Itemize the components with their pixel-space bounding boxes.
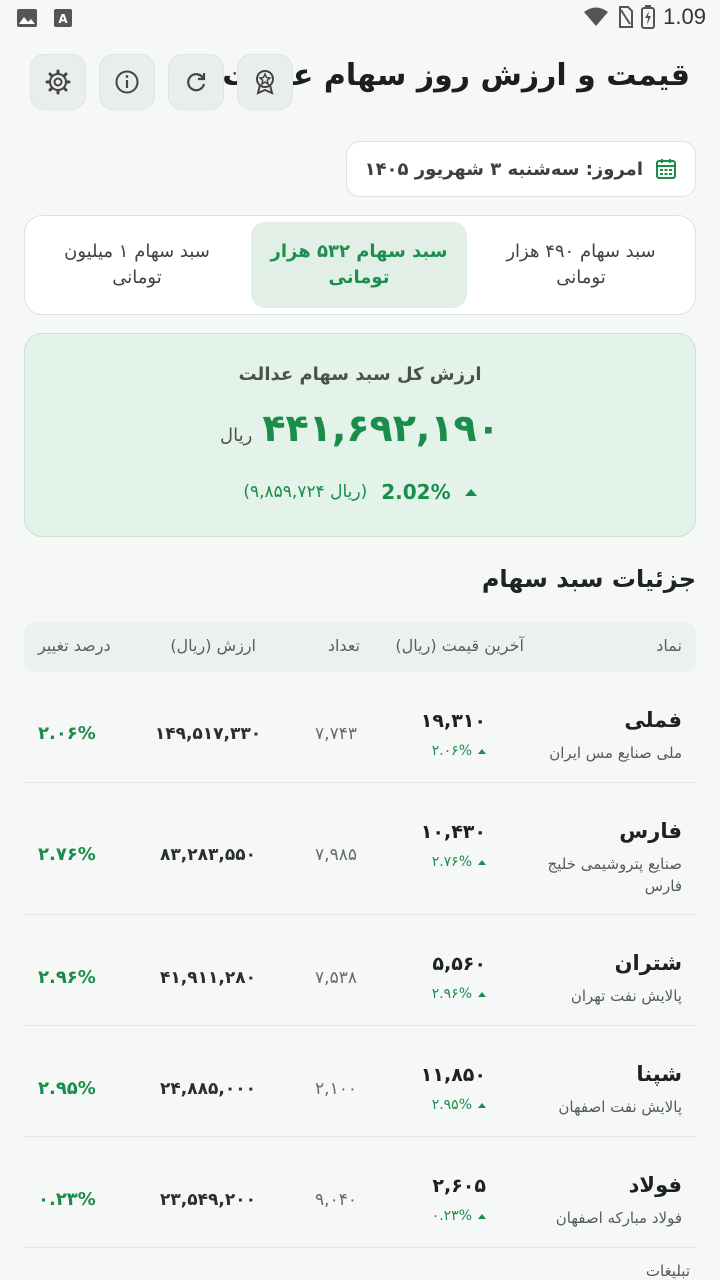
total-change-abs: (۹,۸۵۹,۷۲۴ ریال) [243, 482, 368, 502]
row-change-percent: ۲.۹۵% [38, 1078, 96, 1099]
up-arrow-icon [478, 1102, 486, 1108]
row-change-percent: ۰.۲۳% [38, 1189, 96, 1210]
row-count: ۷,۷۴۳ [315, 724, 357, 744]
row-price-change: ۲.۹۵% [431, 1097, 472, 1113]
table-row[interactable]: فملی ملی صنایع مس ایران ۱۹,۳۱۰ ۲.۰۶% ۷,۷… [24, 672, 696, 783]
up-arrow-icon [478, 1213, 486, 1219]
total-unit: ریال [220, 425, 253, 446]
basket-tabs: سبد سهام ۴۹۰ هزار تومانی سبد سهام ۵۳۲ هز… [24, 215, 696, 315]
date-text: امروز: سه‌شنبه ۳ شهریور ۱۴۰۵ [364, 158, 643, 180]
settings-icon [45, 69, 71, 95]
row-price: ۱۱,۸۵۰ [420, 1064, 486, 1086]
calendar-icon [656, 159, 676, 179]
row-price-change: ۲.۰۶% [431, 743, 472, 759]
image-icon [17, 9, 37, 27]
svg-text:A: A [58, 12, 68, 26]
up-arrow-icon [478, 859, 486, 865]
row-company: پالایش نفت اصفهان [558, 1098, 682, 1116]
total-change: (۹,۸۵۹,۷۲۴ ریال) 2.02% [25, 480, 695, 504]
up-arrow-icon [464, 488, 477, 496]
row-price-change: ۲.۷۶% [431, 854, 472, 870]
row-value: ۱۴۹,۵۱۷,۳۳۰ [154, 724, 262, 744]
app-header: قیمت و ارزش روز سهام عدالت [0, 52, 720, 112]
row-symbol: فملی [624, 708, 682, 732]
row-company: صنایع پتروشیمی خلیج فارس [547, 855, 682, 895]
refresh-button[interactable] [168, 54, 224, 110]
section-title: جزئیات سبد سهام [481, 565, 696, 593]
info-icon [115, 70, 139, 94]
col-value: ارزش (ریال) [170, 636, 256, 655]
ads-label: تبلیغات [645, 1262, 690, 1280]
row-value: ۴۱,۹۱۱,۲۸۰ [160, 968, 256, 988]
col-last-price: آخرین قیمت (ریال) [395, 636, 524, 655]
row-count: ۲,۱۰۰ [315, 1079, 357, 1099]
tab-basket-490[interactable]: سبد سهام ۴۹۰ هزار تومانی [473, 222, 689, 308]
row-count: ۹,۰۴۰ [315, 1190, 357, 1210]
no-sim-icon [619, 6, 634, 28]
row-change-percent: ۲.۷۶% [38, 844, 96, 865]
a-icon: A [54, 9, 72, 27]
row-value: ۲۴,۸۸۵,۰۰۰ [160, 1079, 256, 1099]
row-price: ۱۹,۳۱۰ [420, 710, 486, 732]
up-arrow-icon [478, 748, 486, 754]
row-count: ۷,۹۸۵ [315, 845, 357, 865]
row-price-change: ۲.۹۶% [431, 986, 472, 1002]
stock-table: فملی ملی صنایع مس ایران ۱۹,۳۱۰ ۲.۰۶% ۷,۷… [24, 672, 696, 1248]
row-value: ۲۳,۵۴۹,۲۰۰ [160, 1190, 256, 1210]
table-row[interactable]: فولاد فولاد مبارکه اصفهان ۲,۶۰۵ ۰.۲۳% ۹,… [24, 1137, 696, 1248]
row-change-percent: ۲.۹۶% [38, 967, 96, 988]
refresh-icon [187, 73, 206, 92]
row-change-percent: ۲.۰۶% [38, 723, 96, 744]
table-header: نماد آخرین قیمت (ریال) تعداد ارزش (ریال)… [24, 622, 696, 672]
row-company: پالایش نفت تهران [570, 987, 682, 1005]
col-change: درصد تغییر [38, 636, 111, 655]
info-button[interactable] [99, 54, 155, 110]
row-symbol: فارس [619, 819, 682, 843]
row-price: ۵,۵۶۰ [432, 953, 486, 975]
table-row[interactable]: فارس صنایع پتروشیمی خلیج فارس ۱۰,۴۳۰ ۲.۷… [24, 783, 696, 915]
row-symbol: فولاد [628, 1173, 682, 1197]
row-count: ۷,۵۳۸ [315, 968, 357, 988]
total-value-card: ارزش کل سبد سهام عدالت ریال ۴۴۱,۶۹۲,۱۹۰ … [24, 333, 696, 537]
row-company: ملی صنایع مس ایران [549, 744, 682, 762]
total-value: ۴۴۱,۶۹۲,۱۹۰ [262, 406, 500, 450]
row-price-change: ۰.۲۳% [431, 1208, 472, 1224]
status-bar: A 1.09 [0, 0, 720, 36]
status-time: 1.09 [663, 4, 706, 29]
up-arrow-icon [478, 991, 486, 997]
row-symbol: شپنا [636, 1062, 682, 1086]
battery-icon [641, 5, 656, 29]
settings-button[interactable] [30, 54, 86, 110]
row-company: فولاد مبارکه اصفهان [555, 1209, 682, 1227]
award-icon [256, 70, 274, 95]
tab-basket-532[interactable]: سبد سهام ۵۳۲ هزار تومانی [251, 222, 467, 308]
total-label: ارزش کل سبد سهام عدالت [238, 364, 482, 385]
total-change-percent: 2.02% [381, 480, 451, 504]
row-price: ۲,۶۰۵ [432, 1175, 486, 1197]
table-row[interactable]: شپنا پالایش نفت اصفهان ۱۱,۸۵۰ ۲.۹۵% ۲,۱۰… [24, 1026, 696, 1137]
award-button[interactable] [237, 54, 293, 110]
wifi-icon [584, 7, 609, 26]
col-count: تعداد [327, 636, 360, 655]
col-symbol: نماد [656, 636, 682, 655]
tab-basket-1m[interactable]: سبد سهام ۱ میلیون تومانی [29, 222, 245, 308]
row-value: ۸۳,۲۸۳,۵۵۰ [160, 845, 256, 865]
row-price: ۱۰,۴۳۰ [420, 821, 486, 843]
table-row[interactable]: شتران پالایش نفت تهران ۵,۵۶۰ ۲.۹۶% ۷,۵۳۸… [24, 915, 696, 1026]
row-symbol: شتران [614, 951, 682, 975]
date-pill: امروز: سه‌شنبه ۳ شهریور ۱۴۰۵ [345, 141, 696, 197]
